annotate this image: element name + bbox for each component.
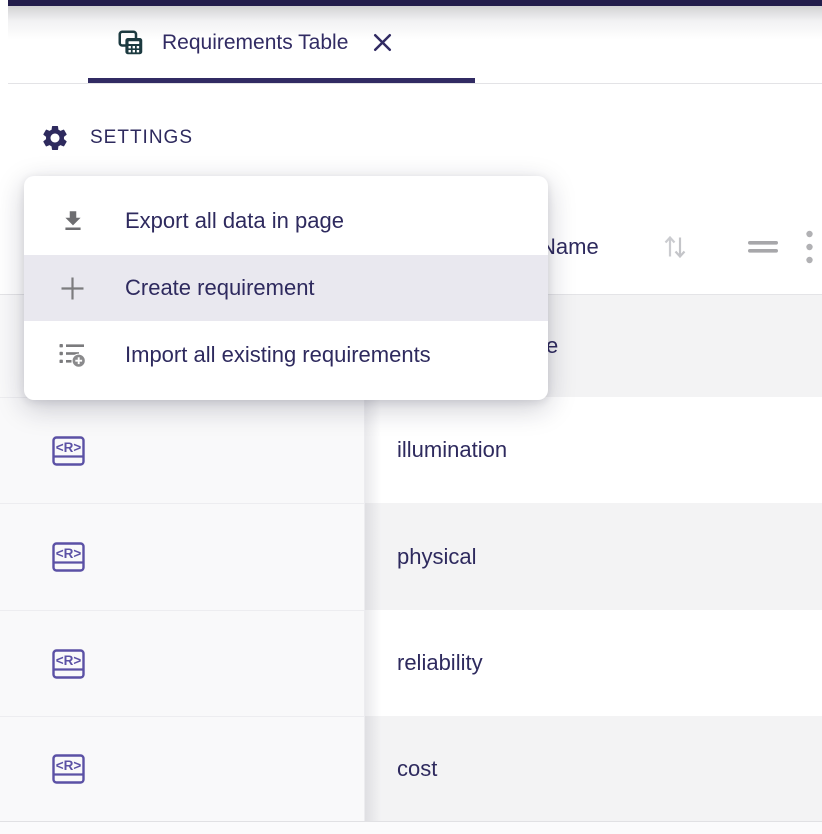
svg-text:<R>: <R> — [56, 440, 82, 455]
menu-item-create-requirement[interactable]: Create requirement — [24, 255, 548, 322]
table-row[interactable]: <R> cost — [0, 716, 822, 821]
settings-label: SETTINGS — [90, 127, 193, 149]
table-bottom-strip — [0, 821, 822, 834]
tab-label: Requirements Table — [162, 31, 348, 55]
menu-item-export-all-data[interactable]: Export all data in page — [24, 188, 548, 255]
table-row[interactable]: <R> reliability — [0, 610, 822, 716]
window-top-strip — [8, 0, 822, 6]
table-row[interactable]: <R> physical — [0, 503, 822, 610]
plus-icon — [59, 275, 86, 302]
requirement-icon: <R> — [52, 649, 85, 679]
requirement-icon: <R> — [52, 542, 85, 572]
column-header-name: Name — [540, 200, 599, 294]
row-icon-cell: <R> — [0, 716, 365, 821]
tab-requirements-table[interactable]: Requirements Table — [116, 6, 395, 79]
svg-text:<R>: <R> — [56, 653, 82, 668]
menu-item-import-requirements[interactable]: Import all existing requirements — [24, 321, 548, 388]
row-icon-cell: <R> — [0, 610, 365, 716]
settings-button[interactable]: SETTINGS — [40, 122, 193, 154]
row-icon-cell: <R> — [0, 397, 365, 503]
row-name-cell: physical — [365, 503, 822, 610]
active-tab-underline — [88, 78, 475, 83]
close-icon[interactable] — [370, 30, 395, 55]
gear-icon — [40, 123, 70, 153]
kebab-menu-icon[interactable] — [805, 230, 814, 264]
svg-text:<R>: <R> — [56, 546, 82, 561]
menu-item-label: Create requirement — [125, 275, 315, 301]
row-name-cell: illumination — [365, 397, 822, 503]
requirements-table-window: Requirements Table SETTINGS Name — [0, 0, 822, 834]
sort-icon[interactable] — [662, 232, 688, 262]
requirement-icon: <R> — [52, 754, 85, 784]
row-name-cell: cost — [365, 716, 822, 821]
settings-dropdown-menu: Export all data in page Create requireme… — [24, 176, 548, 400]
row-name-cell: reliability — [365, 610, 822, 716]
download-icon — [59, 208, 86, 234]
requirement-icon: <R> — [52, 436, 85, 466]
drag-handle-icon[interactable] — [748, 241, 778, 254]
row-icon-cell: <R> — [0, 503, 365, 610]
svg-text:<R>: <R> — [56, 758, 82, 773]
menu-item-label: Export all data in page — [125, 208, 344, 234]
table-grid-icon — [116, 28, 146, 58]
table-row[interactable]: <R> illumination — [0, 397, 822, 503]
menu-item-label: Import all existing requirements — [125, 342, 431, 368]
tab-bar: Requirements Table — [8, 6, 822, 84]
list-add-icon — [59, 341, 86, 368]
